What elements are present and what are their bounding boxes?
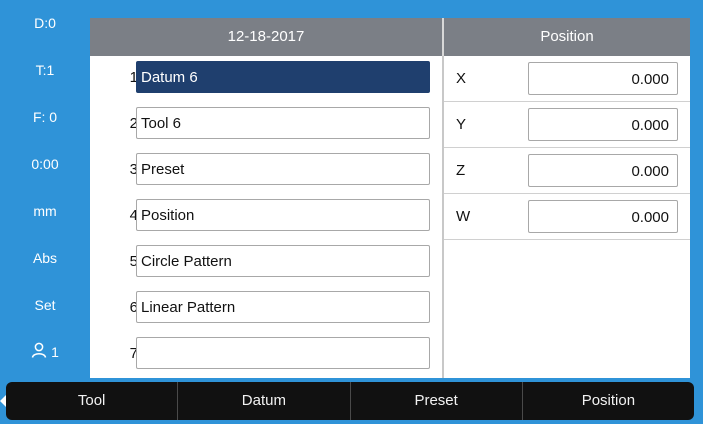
sidebar-units[interactable]: mm: [0, 188, 90, 235]
main-panel: 1 Datum 6 2 Tool 6 3 Preset 4 Position 5…: [90, 56, 690, 378]
axis-divider: [444, 239, 690, 240]
list-item-number: 1: [129, 69, 138, 86]
list-item-field[interactable]: Tool 6: [136, 107, 430, 139]
list-item[interactable]: 5 Circle Pattern: [90, 245, 442, 279]
list-item-number: 2: [129, 115, 138, 132]
user-icon: [31, 330, 47, 377]
axis-row-x[interactable]: X 0.000: [444, 56, 690, 101]
softkey-preset[interactable]: Preset: [351, 382, 523, 420]
date-display: 12-18-2017: [227, 28, 305, 45]
list-item-field[interactable]: [136, 337, 430, 369]
list-item[interactable]: 7: [90, 337, 442, 371]
softkey-bar: Tool Datum Preset Position: [6, 382, 694, 420]
status-sidebar: D:0 T:1 F: 0 0:00 mm Abs Set 1: [0, 0, 90, 378]
axis-row-z[interactable]: Z 0.000: [444, 148, 690, 193]
sidebar-timer[interactable]: 0:00: [0, 141, 90, 188]
sidebar-datum[interactable]: D:0: [0, 0, 90, 47]
list-item[interactable]: 4 Position: [90, 199, 442, 233]
list-item-field[interactable]: Position: [136, 199, 430, 231]
sidebar-abs-inc[interactable]: Abs: [0, 235, 90, 282]
axis-label: Y: [456, 116, 467, 133]
list-item-field[interactable]: Linear Pattern: [136, 291, 430, 323]
sidebar-tool[interactable]: T:1: [0, 47, 90, 94]
softkey-position[interactable]: Position: [523, 382, 694, 420]
axis-value-field[interactable]: 0.000: [528, 200, 678, 233]
user-number: 1: [51, 344, 59, 360]
list-item[interactable]: 2 Tool 6: [90, 107, 442, 141]
list-item-number: 6: [129, 299, 138, 316]
list-item-field[interactable]: Circle Pattern: [136, 245, 430, 277]
axis-label: X: [456, 70, 467, 87]
list-item-number: 5: [129, 253, 138, 270]
softkey-datum[interactable]: Datum: [178, 382, 351, 420]
list-item-number: 4: [129, 207, 138, 224]
sidebar-user[interactable]: 1: [0, 329, 90, 376]
list-item-number: 3: [129, 161, 138, 178]
axis-value-field[interactable]: 0.000: [528, 108, 678, 141]
axis-label: Z: [456, 162, 466, 179]
sidebar-feed[interactable]: F: 0: [0, 94, 90, 141]
softkey-tool[interactable]: Tool: [6, 382, 179, 420]
axis-row-y[interactable]: Y 0.000: [444, 102, 690, 147]
list-item[interactable]: 3 Preset: [90, 153, 442, 187]
axis-value-field[interactable]: 0.000: [528, 62, 678, 95]
list-item-field[interactable]: Preset: [136, 153, 430, 185]
header-bar: 12-18-2017 Position: [90, 18, 690, 56]
axis-label: W: [456, 208, 471, 225]
function-list: 1 Datum 6 2 Tool 6 3 Preset 4 Position 5…: [90, 56, 442, 378]
position-panel-title: Position: [540, 28, 594, 45]
list-item[interactable]: 1 Datum 6: [90, 61, 442, 95]
list-item[interactable]: 6 Linear Pattern: [90, 291, 442, 325]
position-panel: X 0.000 Y 0.000 Z 0.000 W 0.000: [444, 56, 690, 240]
sidebar-set-zero[interactable]: Set: [0, 282, 90, 329]
axis-value-field[interactable]: 0.000: [528, 154, 678, 187]
list-item-field[interactable]: Datum 6: [136, 61, 430, 93]
axis-row-w[interactable]: W 0.000: [444, 194, 690, 239]
list-item-number: 7: [129, 345, 138, 362]
